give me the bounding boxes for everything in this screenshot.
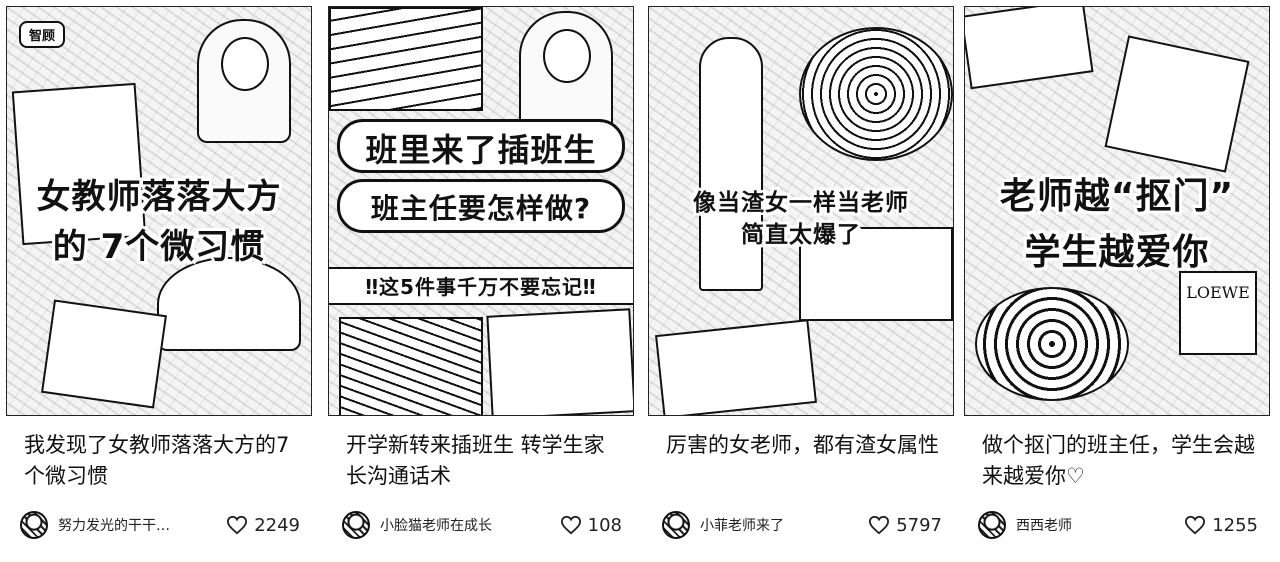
author-avatar[interactable] (20, 511, 48, 539)
note-title[interactable]: 我发现了女教师落落大方的7个微习惯 (24, 430, 300, 492)
note-card[interactable]: 智顾 女教师落落大方 的 7个微习惯 我发现了女教师落落大方的7个微习惯 努力发… (6, 6, 312, 556)
author-avatar[interactable] (662, 511, 690, 539)
cover-headline-line2: 简直太爆了 (741, 222, 861, 248)
cover-headline-line1: 女教师落落大方 (36, 177, 282, 217)
author-name[interactable]: 西西老师 (1016, 515, 1166, 535)
like-button[interactable]: 108 (560, 515, 622, 536)
author-name[interactable]: 小菲老师来了 (700, 515, 850, 535)
author-avatar[interactable] (342, 511, 370, 539)
cover-headline-line2: 学生越爱你 (1024, 232, 1210, 273)
note-feed-grid: 智顾 女教师落落大方 的 7个微习惯 我发现了女教师落落大方的7个微习惯 努力发… (0, 0, 1280, 562)
note-card[interactable]: 老师越“抠门” 学生越爱你 LOEWE 做个抠门的班主任，学生会越来越爱你♡ 西… (964, 6, 1270, 556)
like-button[interactable]: 1255 (1184, 515, 1258, 536)
heart-outline-icon (1185, 515, 1206, 535)
author-name[interactable]: 努力发光的干干… (58, 515, 208, 535)
like-count: 108 (587, 514, 622, 536)
heart-outline-icon (869, 515, 890, 535)
like-count: 5797 (896, 514, 942, 536)
note-cover-image[interactable]: 老师越“抠门” 学生越爱你 LOEWE (964, 6, 1270, 416)
cover-headline-line1: 像当渣女一样当老师 (693, 190, 909, 216)
note-card[interactable]: 班里来了插班生 班主任要怎样做? ‼这5件事千万不要忘记‼ 开学新转来插班生 转… (328, 6, 634, 556)
note-title[interactable]: 厉害的女老师，都有渣女属性 (666, 430, 942, 492)
brand-box-logo: LOEWE (1179, 271, 1257, 355)
note-meta: 西西老师 1255 (978, 508, 1262, 542)
note-title[interactable]: 做个抠门的班主任，学生会越来越爱你♡ (982, 430, 1258, 492)
like-button[interactable]: 5797 (868, 515, 942, 536)
heart-outline-icon (227, 515, 248, 535)
cover-headline-line1: 班里来了插班生 (365, 131, 597, 169)
note-meta: 小菲老师来了 5797 (662, 508, 946, 542)
note-cover-image[interactable]: 像当渣女一样当老师 简直太爆了 (648, 6, 954, 416)
note-meta: 努力发光的干干… 2249 (20, 508, 304, 542)
author-avatar[interactable] (978, 511, 1006, 539)
like-count: 2249 (254, 514, 300, 536)
cover-headline-line2: 的 7个微习惯 (52, 227, 266, 267)
like-count: 1255 (1212, 514, 1258, 536)
like-button[interactable]: 2249 (226, 515, 300, 536)
author-name[interactable]: 小脸猫老师在成长 (380, 515, 530, 535)
cover-banner: ‼这5件事千万不要忘记‼ (365, 275, 597, 299)
cover-badge: 智顾 (19, 21, 66, 48)
cover-headline-line1: 老师越“抠门” (999, 176, 1235, 217)
cover-headline-line2: 班主任要怎样做? (370, 192, 592, 225)
note-card[interactable]: 像当渣女一样当老师 简直太爆了 厉害的女老师，都有渣女属性 小菲老师来了 579… (648, 6, 954, 556)
note-meta: 小脸猫老师在成长 108 (342, 508, 626, 542)
note-cover-image[interactable]: 智顾 女教师落落大方 的 7个微习惯 (6, 6, 312, 416)
note-cover-image[interactable]: 班里来了插班生 班主任要怎样做? ‼这5件事千万不要忘记‼ (328, 6, 634, 416)
heart-outline-icon (560, 515, 581, 535)
note-title[interactable]: 开学新转来插班生 转学生家长沟通话术 (346, 430, 622, 492)
